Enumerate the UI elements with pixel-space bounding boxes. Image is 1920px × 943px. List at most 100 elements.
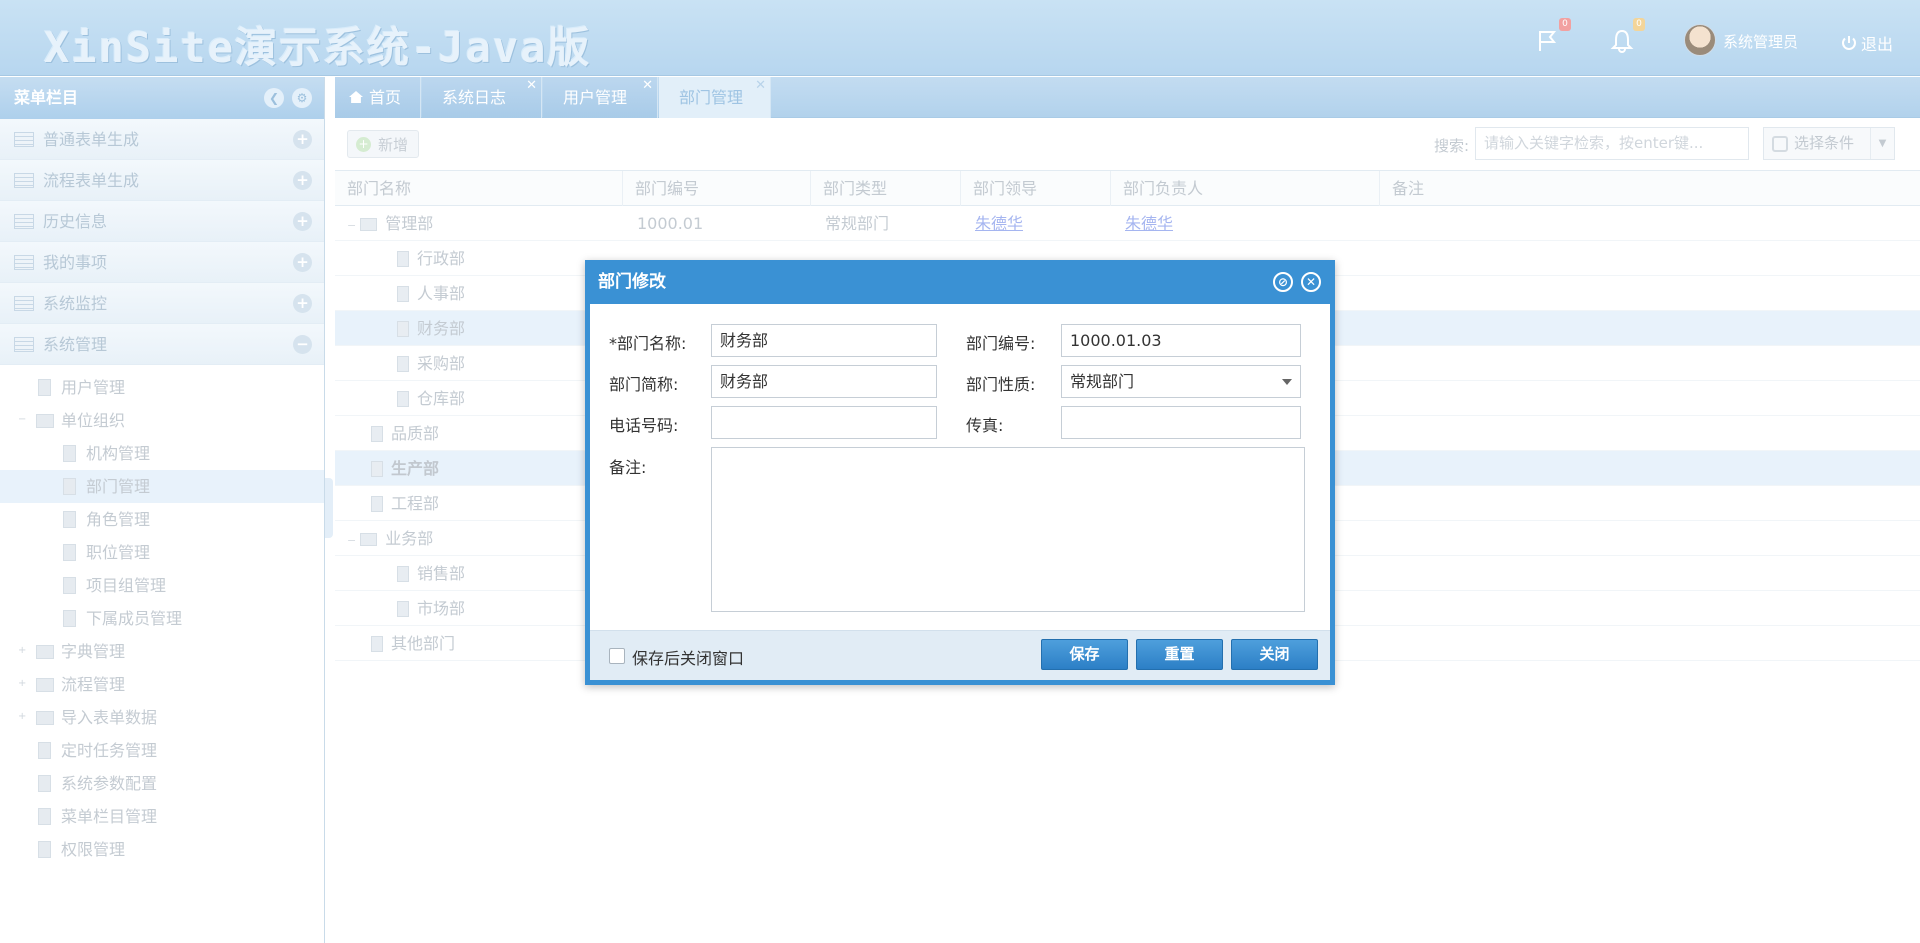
minus-icon[interactable]: − [293,335,312,354]
tree-item-label: 用户管理 [61,378,126,397]
expand-icon[interactable]: + [18,712,28,722]
save-button[interactable]: 保存 [1041,639,1128,670]
close-after-save-checkbox[interactable] [609,648,625,664]
row-name: 行政部 [417,249,466,268]
close-icon[interactable]: ✕ [526,79,537,92]
row-name: 采购部 [417,354,466,373]
reset-button[interactable]: 重置 [1136,639,1223,670]
dept-code-input[interactable]: 1000.01.03 [1061,324,1301,357]
dept-short-label: 部门简称: [609,375,679,394]
dept-name-input[interactable]: 财务部 [711,324,937,357]
table-icon [14,337,34,352]
accordion-label: 流程表单生成 [43,171,140,190]
tree-item-workflow[interactable]: + 流程管理 [0,668,324,701]
tree-item-label: 机构管理 [86,444,151,463]
col-header-name[interactable]: 部门名称 [335,171,623,206]
sidebar-title: 菜单栏目 [14,88,79,107]
folder-icon [36,711,54,725]
tree-item-position[interactable]: 职位管理 [0,536,324,569]
accordion-history[interactable]: 历史信息 + [0,201,324,242]
plus-icon[interactable]: + [293,130,312,149]
plus-icon[interactable]: + [293,253,312,272]
row-name: 工程部 [391,494,440,513]
tree-item-menu-mgmt[interactable]: 菜单栏目管理 [0,800,324,833]
dept-short-input[interactable]: 财务部 [711,365,937,398]
add-button[interactable]: + 新增 [347,130,420,158]
close-after-save-label[interactable]: 保存后关闭窗口 [632,645,744,669]
accordion-my-items[interactable]: 我的事项 + [0,242,324,283]
tree-item-org[interactable]: − 单位组织 [0,404,324,437]
row-type: 常规部门 [825,214,890,233]
tree-item-dept[interactable]: 部门管理 [0,470,324,503]
plus-icon[interactable]: + [293,212,312,231]
tree-item-project-group[interactable]: 项目组管理 [0,569,324,602]
row-head-link[interactable]: 朱德华 [1125,206,1173,241]
tree-item-dictionary[interactable]: + 字典管理 [0,635,324,668]
col-header-type[interactable]: 部门类型 [811,171,961,206]
chevron-down-icon[interactable] [1282,379,1292,385]
close-icon[interactable]: ✕ [1301,272,1321,292]
bell-icon[interactable]: 0 [1609,18,1645,54]
row-name: 生产部 [391,459,440,478]
avatar[interactable] [1684,24,1716,56]
power-icon [1842,36,1856,50]
phone-input[interactable] [711,406,937,439]
accordion-label: 系统监控 [43,294,108,313]
plus-icon[interactable]: + [293,294,312,313]
tree-item-subordinates[interactable]: 下属成员管理 [0,602,324,635]
file-icon [397,251,409,267]
col-header-code[interactable]: 部门编号 [623,171,811,206]
row-leader-link[interactable]: 朱德华 [975,206,1023,241]
file-icon [38,379,51,396]
accordion-common-form[interactable]: 普通表单生成 + [0,119,324,160]
accordion-flow-form[interactable]: 流程表单生成 + [0,160,324,201]
file-icon [397,321,409,337]
tree-item-import[interactable]: + 导入表单数据 [0,701,324,734]
user-name[interactable]: 系统管理员 [1723,31,1798,52]
restore-icon[interactable]: ⊘ [1273,272,1293,292]
collapse-icon[interactable]: − [347,219,356,232]
tab-home[interactable]: 首页 [335,77,421,118]
file-icon [63,610,76,627]
gear-icon[interactable]: ⚙ [292,88,312,108]
sidebar-collapse-handle[interactable] [325,478,333,538]
plus-icon[interactable]: + [293,171,312,190]
close-icon[interactable]: ✕ [755,79,766,92]
remark-textarea[interactable] [711,447,1305,612]
col-header-remark[interactable]: 备注 [1380,171,1920,206]
tree-item-label: 下属成员管理 [86,609,183,628]
table-icon [14,296,34,311]
tab-user-mgmt[interactable]: 用户管理 ✕ [543,77,658,118]
menu-tree: 用户管理 − 单位组织 机构管理 部门管理 角色管理 职位管理 项目组管理 下属成… [0,365,324,866]
close-icon[interactable]: ✕ [642,79,653,92]
col-header-leader[interactable]: 部门领导 [961,171,1111,206]
close-button[interactable]: 关闭 [1231,639,1318,670]
flag-icon[interactable]: 0 [1535,18,1571,54]
condition-button[interactable]: 选择条件 ▼ [1763,127,1895,160]
chevron-down-icon[interactable]: ▼ [1870,128,1894,159]
collapse-icon[interactable]: − [347,534,356,547]
tab-system-log[interactable]: 系统日志 ✕ [422,77,542,118]
search-input[interactable]: 请输入关键字检索，按enter键... [1475,127,1749,160]
expand-icon[interactable]: + [18,646,28,656]
file-icon [38,808,51,825]
tree-item-agency[interactable]: 机构管理 [0,437,324,470]
expand-icon[interactable]: − [18,415,28,425]
tree-item-user-mgmt[interactable]: 用户管理 [0,371,324,404]
col-header-head[interactable]: 部门负责人 [1111,171,1380,206]
file-icon [397,566,409,582]
tree-item-sys-params[interactable]: 系统参数配置 [0,767,324,800]
tab-dept-mgmt[interactable]: 部门管理 ✕ [659,77,771,118]
accordion-system[interactable]: 系统管理 − [0,324,324,365]
accordion-monitor[interactable]: 系统监控 + [0,283,324,324]
tree-item-scheduled-tasks[interactable]: 定时任务管理 [0,734,324,767]
collapse-left-icon[interactable]: ❮ [264,88,284,108]
row-name: 管理部 [385,214,434,233]
logout-button[interactable]: 退出 [1840,31,1893,55]
expand-icon[interactable]: + [18,679,28,689]
table-row[interactable]: − 管理部 1000.01 常规部门 朱德华 朱德华 [335,206,1920,241]
dept-nature-select[interactable]: 常规部门 [1061,365,1301,398]
tree-item-permissions[interactable]: 权限管理 [0,833,324,866]
fax-input[interactable] [1061,406,1301,439]
tree-item-role[interactable]: 角色管理 [0,503,324,536]
